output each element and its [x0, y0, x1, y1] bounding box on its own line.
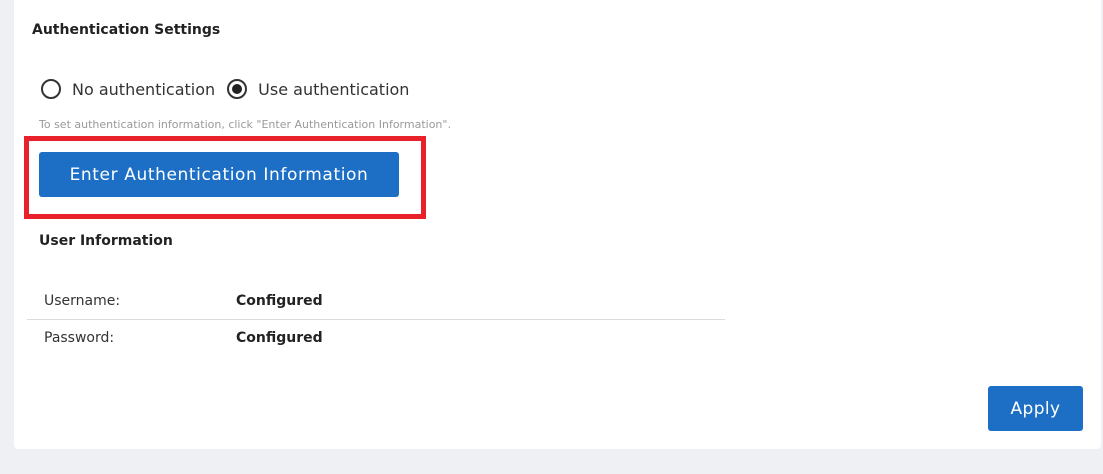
- auth-hint-text: To set authentication information, click…: [39, 118, 451, 131]
- section-title: Authentication Settings: [32, 22, 221, 38]
- table-row: Username: Configured: [27, 283, 725, 319]
- auth-mode-radio-group: No authentication Use authentication: [41, 76, 409, 102]
- radio-label: No authentication: [72, 79, 216, 99]
- settings-panel: Authentication Settings No authenticatio…: [14, 0, 1101, 449]
- username-label: Username:: [44, 293, 121, 309]
- radio-label: Use authentication: [258, 79, 410, 99]
- password-label: Password:: [44, 329, 115, 346]
- password-value: Configured: [236, 329, 323, 346]
- user-information-table: Username: Configured Password: Configure…: [27, 283, 725, 355]
- enter-authentication-information-button[interactable]: Enter Authentication Information: [39, 152, 399, 197]
- table-row: Password: Configured: [27, 319, 725, 355]
- apply-button[interactable]: Apply: [988, 386, 1083, 431]
- radio-unchecked-icon[interactable]: [41, 79, 61, 99]
- radio-no-authentication[interactable]: No authentication: [41, 79, 215, 99]
- radio-checked-icon[interactable]: [227, 79, 248, 99]
- user-information-title: User Information: [39, 233, 173, 249]
- radio-use-authentication[interactable]: Use authentication: [227, 79, 409, 99]
- username-value: Configured: [236, 293, 323, 309]
